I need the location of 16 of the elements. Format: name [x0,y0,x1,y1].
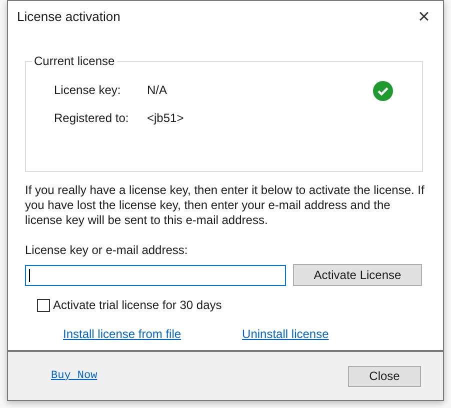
close-button[interactable]: × [409,4,439,28]
buy-now-link[interactable]: Buy Now [51,368,98,384]
link[interactable]: Uninstall license [242,325,329,343]
field-value: <jb51> [147,110,184,126]
input-label: License key or e-mail address: [25,243,189,258]
close-dialog-button[interactable]: Close [348,366,421,386]
link[interactable]: Install license from file [63,325,182,343]
group-legend: Current license [32,54,117,68]
activate-license-button[interactable]: Activate License [293,264,422,286]
field-label: Registered to: [54,110,130,126]
field-value: N/A [147,82,168,98]
license-input-field[interactable] [25,264,286,286]
description-text: If you really have a license key, then enter it below to activate the license. If you have lost the license key, then enter your e-mail address and the license key will be sent to this e-mail address. [25,183,426,228]
window-title: License activation [17,8,120,26]
field-label: License key: [54,82,122,98]
trial-checkbox[interactable]: Activate trial license for 30 days [37,296,222,314]
